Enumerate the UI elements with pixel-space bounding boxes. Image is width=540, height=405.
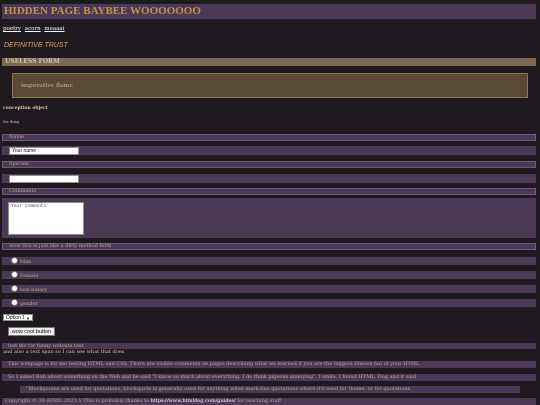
radio-gender[interactable] <box>11 299 18 306</box>
cool-button[interactable]: wow cool button <box>8 327 55 336</box>
caption-1: conception object <box>3 106 48 111</box>
footer-prefix: Copyright © 30 APRIL 2023 // This is pro… <box>5 398 151 404</box>
species-input[interactable] <box>9 175 79 183</box>
select-value: Option 1 <box>6 315 25 321</box>
important-box: imperative flame <box>12 73 528 98</box>
radio-female[interactable] <box>11 271 18 278</box>
species-label: Species <box>2 161 536 168</box>
name-row: Your name <box>2 146 536 155</box>
paragraph-1: This webpage is for me testing HTML and … <box>2 361 536 368</box>
radio-row-nonbinary: non-binary <box>2 285 536 293</box>
nav-link-meaaai[interactable]: meaaai <box>44 26 64 32</box>
radio-row-female: Female <box>2 271 536 279</box>
also-text: and also a text span so I can see what t… <box>3 349 125 355</box>
page-title: HIDDEN PAGE BAYBEE WOOOOOOO <box>2 4 536 19</box>
name-input[interactable]: Your name <box>9 147 79 155</box>
paragraph-2: So I asked Bob about something on the We… <box>2 374 536 381</box>
comments-label: Comments <box>2 188 536 195</box>
caption-2: the thing <box>3 120 20 124</box>
radio-label-nonbinary: non-binary <box>20 287 48 293</box>
nav-link-poetry[interactable]: poetry <box>3 26 21 32</box>
radio-man[interactable] <box>11 257 18 264</box>
nav-links: poetry acorn meaaai <box>3 26 66 32</box>
option-select[interactable]: Option 1 ▼ <box>3 314 33 321</box>
blockquote: "Blockquotes are used for quotations, bl… <box>20 386 520 393</box>
radio-label-man: Man <box>20 259 32 265</box>
footer-link[interactable]: https://www.htmldog.com/guides/ <box>151 398 236 404</box>
name-label: Name <box>2 134 536 141</box>
nav-link-acorn[interactable]: acorn <box>25 26 41 32</box>
chevron-down-icon: ▼ <box>26 316 30 321</box>
footer: Copyright © 30 APRIL 2023 // This is pro… <box>2 398 536 405</box>
radio-row-gender: gender <box>2 299 536 307</box>
radio-nonbinary[interactable] <box>11 285 18 292</box>
important-box-text: imperative flame <box>21 83 73 89</box>
form-section-title: USELESS FORM <box>2 58 536 66</box>
species-row <box>2 174 536 183</box>
radio-row-man: Man <box>2 257 536 265</box>
tagline: DEFINITIVE TRUST <box>4 42 68 49</box>
question-label: wow this is just like a dirty method for… <box>2 243 536 250</box>
footer-suffix: for teaching stuff <box>235 398 282 404</box>
radio-label-gender: gender <box>20 301 38 307</box>
comments-textarea[interactable]: Your comments <box>8 202 84 235</box>
radio-label-female: Female <box>20 273 39 279</box>
